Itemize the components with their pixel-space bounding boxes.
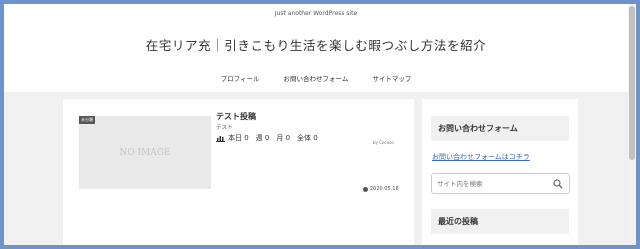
search-icon[interactable] — [553, 179, 563, 189]
contact-widget-heading: お問い合わせフォーム — [431, 116, 569, 141]
recent-posts-heading: 最近の投稿 — [431, 209, 569, 234]
post-list: NO IMAGE 未分類 テスト投稿 テスト 本日 0 週 0 月 0 全体 0… — [63, 99, 414, 245]
post-thumbnail[interactable]: NO IMAGE — [79, 116, 211, 189]
nav-item-profile[interactable]: プロフィール — [221, 73, 260, 83]
category-badge: 未分類 — [79, 116, 95, 124]
contact-form-link[interactable]: お問い合わせフォームはコチラ — [432, 152, 530, 162]
post-date-text: 2020.05.18 — [370, 186, 399, 192]
site-header: Just another WordPress site 在宅リア充｜引きこもり生… — [4, 4, 628, 92]
post-author: by Cocoon — [373, 140, 395, 145]
global-nav: プロフィール お問い合わせフォーム サイトマップ — [4, 73, 628, 83]
page-scrollbar[interactable] — [628, 4, 636, 245]
site-tagline: Just another WordPress site — [274, 10, 358, 17]
nav-item-contact[interactable]: お問い合わせフォーム — [284, 73, 349, 83]
post-snippet: テスト — [216, 125, 233, 131]
no-image-text: NO IMAGE — [119, 147, 171, 158]
scrollbar-thumb[interactable] — [629, 6, 635, 160]
page-views: 本日 0 週 0 月 0 全体 0 — [216, 133, 318, 143]
post-title[interactable]: テスト投稿 — [216, 111, 256, 122]
page-views-text: 本日 0 週 0 月 0 全体 0 — [228, 134, 318, 142]
sidebar: お問い合わせフォーム お問い合わせフォームはコチラ 最近の投稿 — [422, 99, 578, 245]
search-input[interactable] — [437, 178, 547, 190]
nav-item-sitemap[interactable]: サイトマップ — [372, 73, 411, 83]
browser-viewport: Just another WordPress site 在宅リア充｜引きこもり生… — [4, 4, 636, 245]
clock-icon — [363, 186, 368, 192]
search-form — [431, 173, 570, 194]
site-title[interactable]: 在宅リア充｜引きこもり生活を楽しむ暇つぶし方法を紹介 — [4, 35, 628, 54]
post-date: 2020.05.18 — [363, 186, 399, 192]
bar-chart-icon — [216, 135, 225, 142]
